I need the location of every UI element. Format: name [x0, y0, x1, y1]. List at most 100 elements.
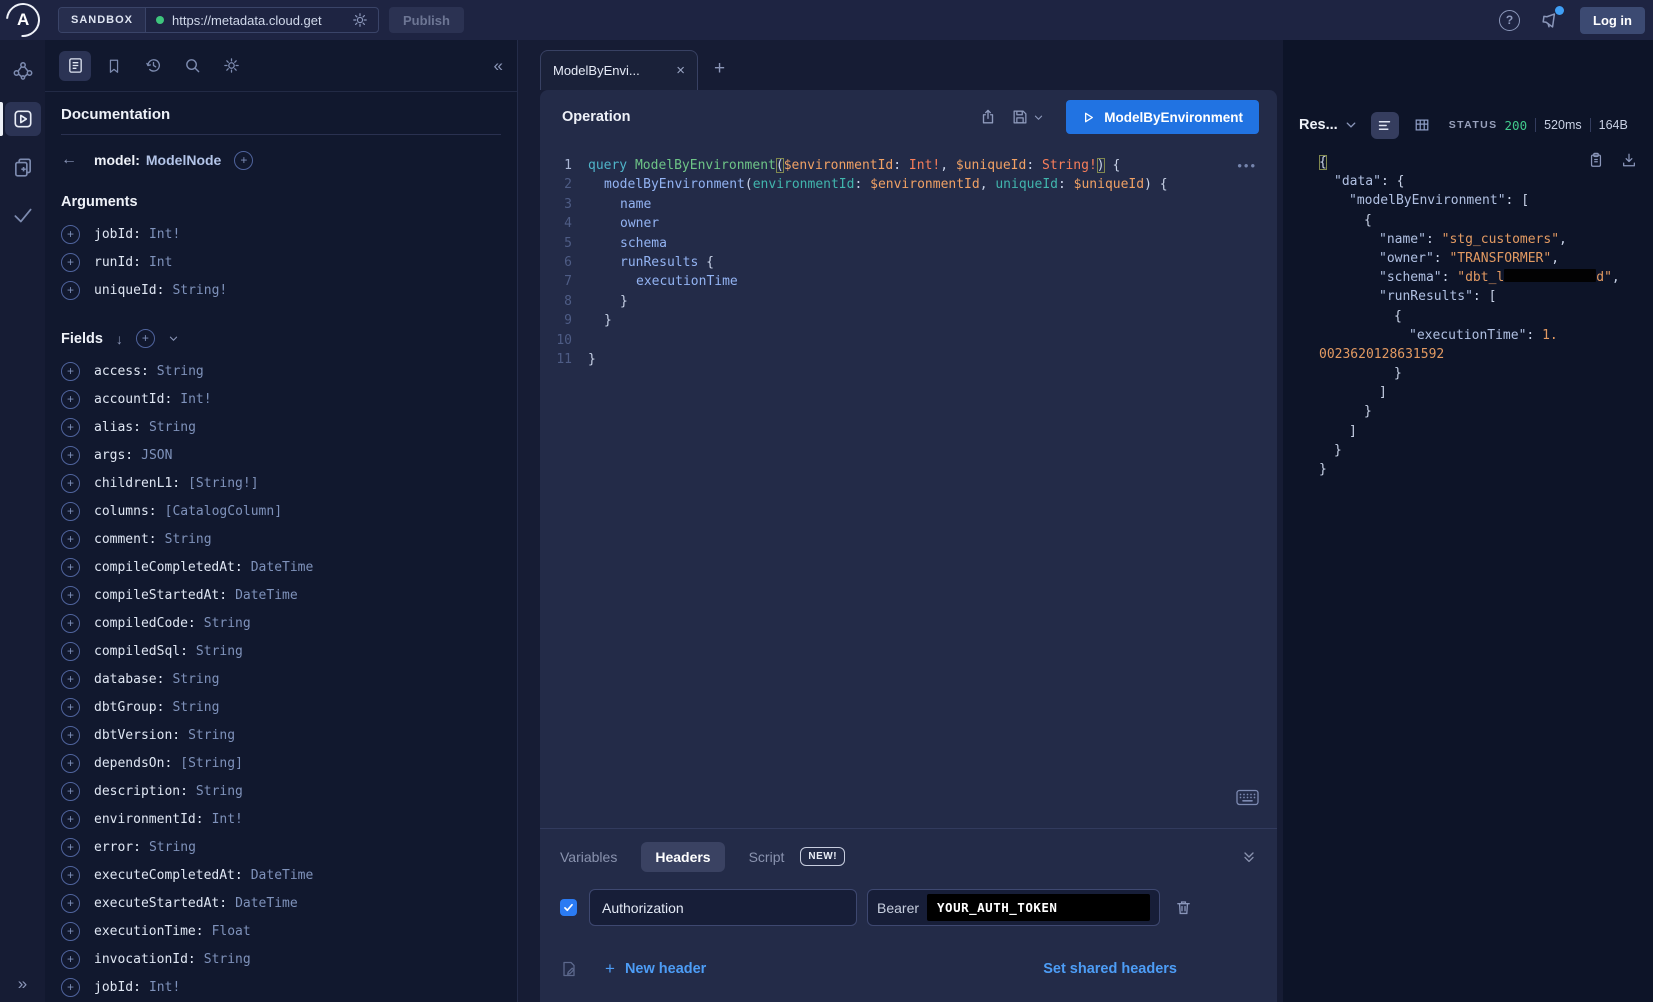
- header-enabled-checkbox[interactable]: [560, 899, 577, 916]
- add-field-icon[interactable]: +: [61, 838, 80, 857]
- history-button[interactable]: [137, 51, 169, 81]
- field-row[interactable]: +environmentId:Int!: [61, 805, 501, 833]
- add-field-icon[interactable]: +: [61, 253, 80, 272]
- save-operation-button[interactable]: [1011, 108, 1044, 126]
- add-field-icon[interactable]: +: [61, 810, 80, 829]
- add-field-icon[interactable]: +: [61, 446, 80, 465]
- new-header-button[interactable]: + New header: [605, 959, 706, 979]
- field-row[interactable]: +jobId:Int!: [61, 973, 501, 1001]
- field-row[interactable]: +accountId:Int!: [61, 385, 501, 413]
- field-row[interactable]: +alias:String: [61, 413, 501, 441]
- type-link[interactable]: ModelNode: [146, 152, 221, 168]
- publish-button[interactable]: Publish: [389, 7, 464, 33]
- add-field-icon[interactable]: +: [61, 922, 80, 941]
- field-row[interactable]: +jobId:Int!: [61, 220, 501, 248]
- field-type-link[interactable]: String: [149, 420, 196, 435]
- field-type-link[interactable]: Int!: [149, 227, 180, 242]
- tab-headers[interactable]: Headers: [641, 842, 724, 872]
- field-row[interactable]: +dependsOn:[String]: [61, 749, 501, 777]
- field-type-link[interactable]: DateTime: [251, 868, 314, 883]
- field-row[interactable]: +columns:[CatalogColumn]: [61, 497, 501, 525]
- code-line[interactable]: modelByEnvironment(environmentId: $envir…: [588, 175, 1277, 194]
- docs-tab-button[interactable]: [59, 51, 91, 81]
- help-button[interactable]: ?: [1499, 10, 1520, 31]
- add-field-icon[interactable]: +: [61, 418, 80, 437]
- field-row[interactable]: +error:String: [61, 833, 501, 861]
- header-value-input[interactable]: Bearer YOUR_AUTH_TOKEN: [867, 889, 1160, 926]
- field-type-link[interactable]: String: [204, 952, 251, 967]
- add-field-icon[interactable]: +: [61, 978, 80, 997]
- operation-tab[interactable]: ModelByEnvi... ×: [540, 50, 698, 90]
- rail-checks-button[interactable]: [5, 198, 41, 232]
- preflight-script-icon[interactable]: [560, 960, 578, 978]
- expand-rail-button[interactable]: »: [0, 974, 45, 994]
- rail-schema-button[interactable]: [5, 54, 41, 88]
- field-row[interactable]: +args:JSON: [61, 441, 501, 469]
- field-row[interactable]: +access:String: [61, 357, 501, 385]
- field-type-link[interactable]: [String]: [180, 756, 243, 771]
- field-row[interactable]: +compileStartedAt:DateTime: [61, 581, 501, 609]
- copy-response-icon[interactable]: [1588, 152, 1604, 168]
- rail-collections-button[interactable]: [5, 150, 41, 184]
- add-field-icon[interactable]: +: [61, 698, 80, 717]
- field-type-link[interactable]: Int: [149, 255, 172, 270]
- field-type-link[interactable]: String: [196, 784, 243, 799]
- collapse-panel-icon[interactable]: [1241, 849, 1257, 865]
- header-name-input[interactable]: [589, 889, 857, 926]
- add-field-icon[interactable]: +: [61, 642, 80, 661]
- field-row[interactable]: +compiledSql:String: [61, 637, 501, 665]
- endpoint-url[interactable]: https://metadata.cloud.get: [172, 13, 344, 28]
- editor-code[interactable]: query ModelByEnvironment($environmentId:…: [588, 156, 1277, 828]
- add-fields-icon[interactable]: +: [136, 329, 155, 348]
- keyboard-shortcuts-icon[interactable]: [1236, 789, 1259, 806]
- field-row[interactable]: +dbtVersion:String: [61, 721, 501, 749]
- field-row[interactable]: +runId:Int: [61, 248, 501, 276]
- field-type-link[interactable]: String: [172, 700, 219, 715]
- field-row[interactable]: +executeStartedAt:DateTime: [61, 889, 501, 917]
- add-field-icon[interactable]: +: [61, 782, 80, 801]
- code-line[interactable]: name: [588, 195, 1277, 214]
- endpoint-settings-gear-icon[interactable]: [352, 12, 368, 28]
- field-row[interactable]: +uniqueId:String!: [61, 276, 501, 304]
- field-type-link[interactable]: [CatalogColumn]: [165, 504, 282, 519]
- new-tab-button[interactable]: +: [714, 58, 725, 80]
- code-line[interactable]: }: [588, 292, 1277, 311]
- add-field-icon[interactable]: +: [61, 894, 80, 913]
- field-type-link[interactable]: DateTime: [235, 588, 298, 603]
- save-dropdown-chevron-icon[interactable]: [1033, 112, 1044, 123]
- code-line[interactable]: [588, 331, 1277, 350]
- field-type-link[interactable]: String: [149, 840, 196, 855]
- add-field-icon[interactable]: +: [61, 225, 80, 244]
- field-type-link[interactable]: JSON: [141, 448, 172, 463]
- add-field-icon[interactable]: +: [61, 614, 80, 633]
- auth-token-value[interactable]: YOUR_AUTH_TOKEN: [927, 894, 1150, 921]
- field-row[interactable]: +comment:String: [61, 525, 501, 553]
- endpoint-url-button[interactable]: https://metadata.cloud.get: [146, 8, 378, 32]
- field-type-link[interactable]: Int!: [212, 812, 243, 827]
- field-type-link[interactable]: Float: [212, 924, 251, 939]
- add-field-icon[interactable]: +: [61, 502, 80, 521]
- add-field-icon[interactable]: +: [61, 950, 80, 969]
- field-row[interactable]: +executionTime:Float: [61, 917, 501, 945]
- add-field-icon[interactable]: +: [61, 530, 80, 549]
- response-title[interactable]: Res...: [1299, 117, 1338, 133]
- back-arrow-icon[interactable]: ←: [61, 151, 81, 169]
- add-field-icon[interactable]: +: [61, 754, 80, 773]
- field-row[interactable]: +database:String: [61, 665, 501, 693]
- collapse-docs-button[interactable]: «: [494, 56, 503, 76]
- table-view-button[interactable]: [1408, 112, 1436, 139]
- saved-operations-button[interactable]: [98, 51, 130, 81]
- code-line[interactable]: }: [588, 311, 1277, 330]
- explorer-settings-button[interactable]: [215, 51, 247, 81]
- search-button[interactable]: [176, 51, 208, 81]
- formatted-view-button[interactable]: [1371, 112, 1399, 139]
- field-type-link[interactable]: Int!: [149, 980, 180, 995]
- add-field-icon[interactable]: +: [61, 362, 80, 381]
- code-line[interactable]: schema: [588, 234, 1277, 253]
- add-field-icon[interactable]: +: [61, 670, 80, 689]
- sort-descending-icon[interactable]: ↓: [116, 331, 123, 347]
- close-tab-icon[interactable]: ×: [676, 62, 685, 79]
- field-type-link[interactable]: [String!]: [188, 476, 258, 491]
- login-button[interactable]: Log in: [1580, 7, 1645, 34]
- field-type-link[interactable]: String!: [172, 283, 227, 298]
